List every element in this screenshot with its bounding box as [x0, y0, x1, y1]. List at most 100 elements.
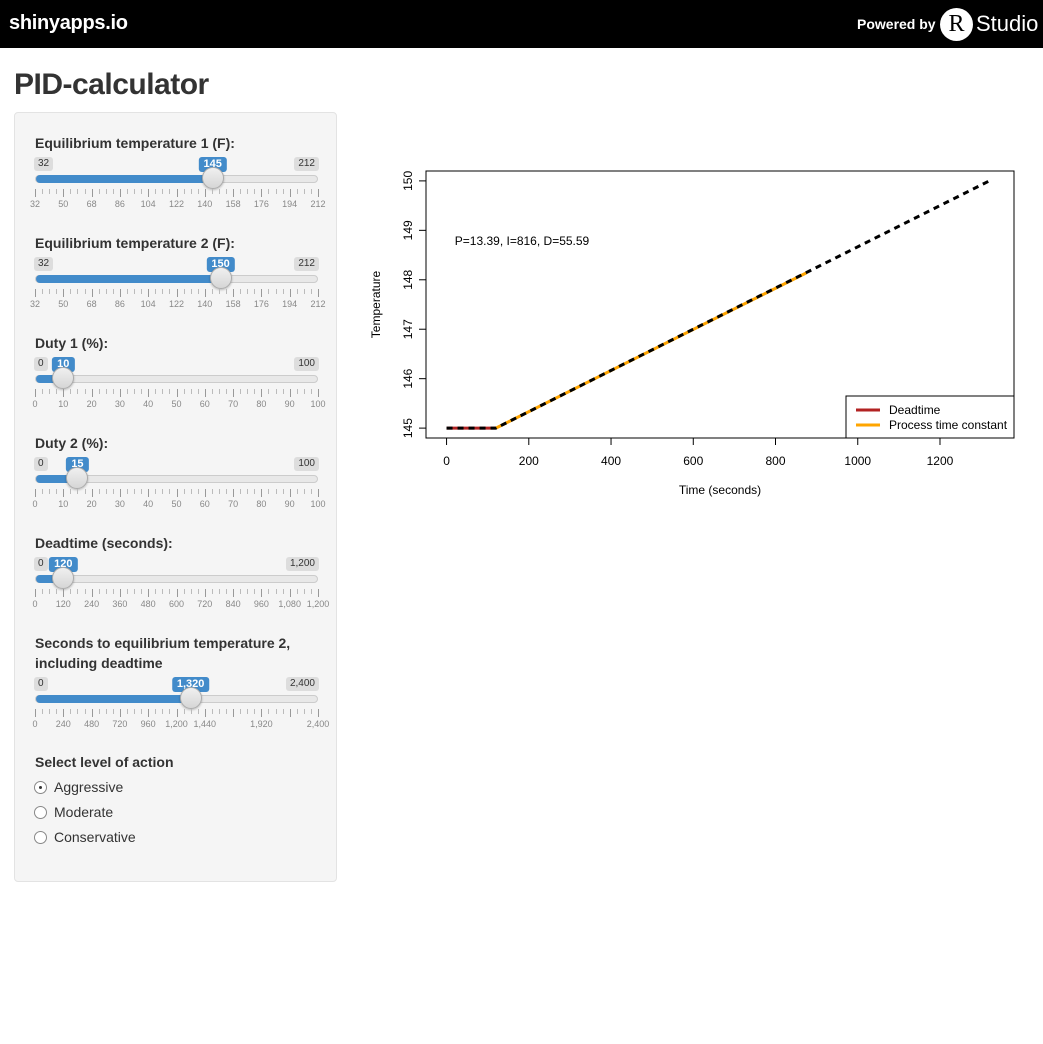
- slider-major-tick: [63, 189, 65, 197]
- slider-minor-tick: [155, 709, 157, 714]
- slider-minor-tick: [190, 589, 192, 594]
- slider-minor-tick: [155, 589, 157, 594]
- slider-major-tick: [204, 589, 206, 597]
- slider-track[interactable]: [35, 375, 318, 383]
- slider-minor-tick: [275, 189, 277, 194]
- slider-minor-tick: [183, 189, 185, 194]
- slider-handle[interactable]: [52, 367, 75, 389]
- slider-minor-tick: [197, 389, 199, 394]
- slider-minor-tick: [282, 709, 284, 714]
- slider-major-tick: [91, 289, 93, 297]
- slider-minor-tick: [296, 189, 298, 194]
- radio-unchecked-icon[interactable]: [34, 831, 47, 844]
- slider-minor-tick: [197, 189, 199, 194]
- slider-handle[interactable]: [66, 467, 89, 489]
- slider-minor-tick: [169, 589, 171, 594]
- slider-tick-label: 30: [114, 399, 125, 409]
- slider-tick-label: 100: [310, 499, 326, 509]
- slider-minor-tick: [226, 289, 228, 294]
- slider-handle[interactable]: [179, 687, 202, 709]
- slider-minor-tick: [183, 289, 185, 294]
- slider-minor-tick: [84, 389, 86, 394]
- slider-minor-tick: [169, 709, 171, 714]
- slider-handle[interactable]: [52, 567, 75, 589]
- slider-major-tick: [63, 709, 65, 717]
- slider-minor-tick: [98, 389, 100, 394]
- slider-minor-tick: [84, 289, 86, 294]
- slider-minor-tick: [126, 289, 128, 294]
- slider-tick-label: 86: [114, 299, 125, 309]
- slider-minor-tick: [303, 589, 305, 594]
- radio-option-aggressive[interactable]: Aggressive: [34, 777, 123, 797]
- slider-tick-label: 60: [199, 399, 210, 409]
- radio-unchecked-icon[interactable]: [34, 806, 47, 819]
- slider-minor-tick: [254, 709, 256, 714]
- slider-minor-tick: [310, 709, 312, 714]
- slider-major-tick: [148, 389, 150, 397]
- slider-minor-tick: [183, 389, 185, 394]
- slider-minor-tick: [162, 489, 164, 494]
- slider-minor-tick: [211, 489, 213, 494]
- slider-handle[interactable]: [209, 267, 232, 289]
- slider-minor-tick: [134, 289, 136, 294]
- slider-minor-tick: [42, 709, 44, 714]
- slider-tick-label: 50: [171, 499, 182, 509]
- slider-track[interactable]: [35, 695, 318, 703]
- slider-minor-tick: [105, 589, 107, 594]
- slider-minor-tick: [218, 289, 220, 294]
- slider-minor-tick: [296, 489, 298, 494]
- slider-minor-tick: [84, 709, 86, 714]
- slider-ticks: 32 50 68 86 104 122 140 158 176 194 212: [30, 289, 326, 319]
- slider-seconds[interactable]: 0 2,400 1,320 0 240 480 720 960 1,200 1,440 1,920 2…: [15, 677, 338, 787]
- slider-minor-tick: [42, 289, 44, 294]
- slider-label-duty1: Duty 1 (%):: [35, 335, 109, 351]
- slider-minor-tick: [211, 589, 213, 594]
- slider-tick-label: 840: [225, 599, 241, 609]
- slider-minor-tick: [303, 389, 305, 394]
- slider-minor-tick: [211, 289, 213, 294]
- slider-minor-tick: [42, 389, 44, 394]
- y-tick-label: 150: [401, 171, 415, 191]
- slider-min-label: 32: [34, 157, 54, 171]
- slider-minor-tick: [211, 189, 213, 194]
- slider-tick-label: 60: [199, 499, 210, 509]
- slider-minor-tick: [268, 489, 270, 494]
- slider-minor-tick: [126, 389, 128, 394]
- radio-checked-icon[interactable]: [34, 781, 47, 794]
- x-tick-label: 400: [601, 454, 621, 468]
- slider-track[interactable]: [35, 275, 318, 283]
- slider-tick-label: 140: [197, 299, 213, 309]
- slider-minor-tick: [226, 489, 228, 494]
- slider-major-tick: [176, 289, 178, 297]
- slider-major-tick: [289, 189, 291, 197]
- slider-tick-label: 176: [253, 199, 269, 209]
- slider-track[interactable]: [35, 575, 318, 583]
- slider-minor-tick: [211, 709, 213, 714]
- slider-major-tick: [119, 289, 121, 297]
- rstudio-logo-icon[interactable]: R: [940, 8, 973, 41]
- slider-minor-tick: [197, 289, 199, 294]
- brand-logo[interactable]: shinyapps.io: [9, 12, 128, 35]
- slider-minor-tick: [218, 189, 220, 194]
- slider-tick-label: 240: [84, 599, 100, 609]
- y-tick-label: 146: [401, 368, 415, 388]
- slider-min-label: 0: [34, 557, 48, 571]
- slider-minor-tick: [275, 289, 277, 294]
- slider-track[interactable]: [35, 175, 318, 183]
- slider-fill: [36, 275, 222, 283]
- slider-minor-tick: [56, 709, 58, 714]
- slider-tick-label: 10: [58, 499, 69, 509]
- slider-major-tick: [176, 589, 178, 597]
- y-axis-label: Temperature: [369, 270, 383, 338]
- radio-option-moderate[interactable]: Moderate: [34, 802, 113, 822]
- slider-tick-label: 158: [225, 299, 241, 309]
- slider-handle[interactable]: [201, 167, 224, 189]
- slider-major-tick: [63, 589, 65, 597]
- slider-minor-tick: [77, 489, 79, 494]
- slider-label-temp1: Equilibrium temperature 1 (F):: [35, 135, 235, 151]
- slider-major-tick: [148, 709, 150, 717]
- slider-minor-tick: [155, 189, 157, 194]
- slider-tick-label: 1,440: [193, 719, 217, 729]
- slider-major-tick: [204, 289, 206, 297]
- radio-option-conservative[interactable]: Conservative: [34, 827, 136, 847]
